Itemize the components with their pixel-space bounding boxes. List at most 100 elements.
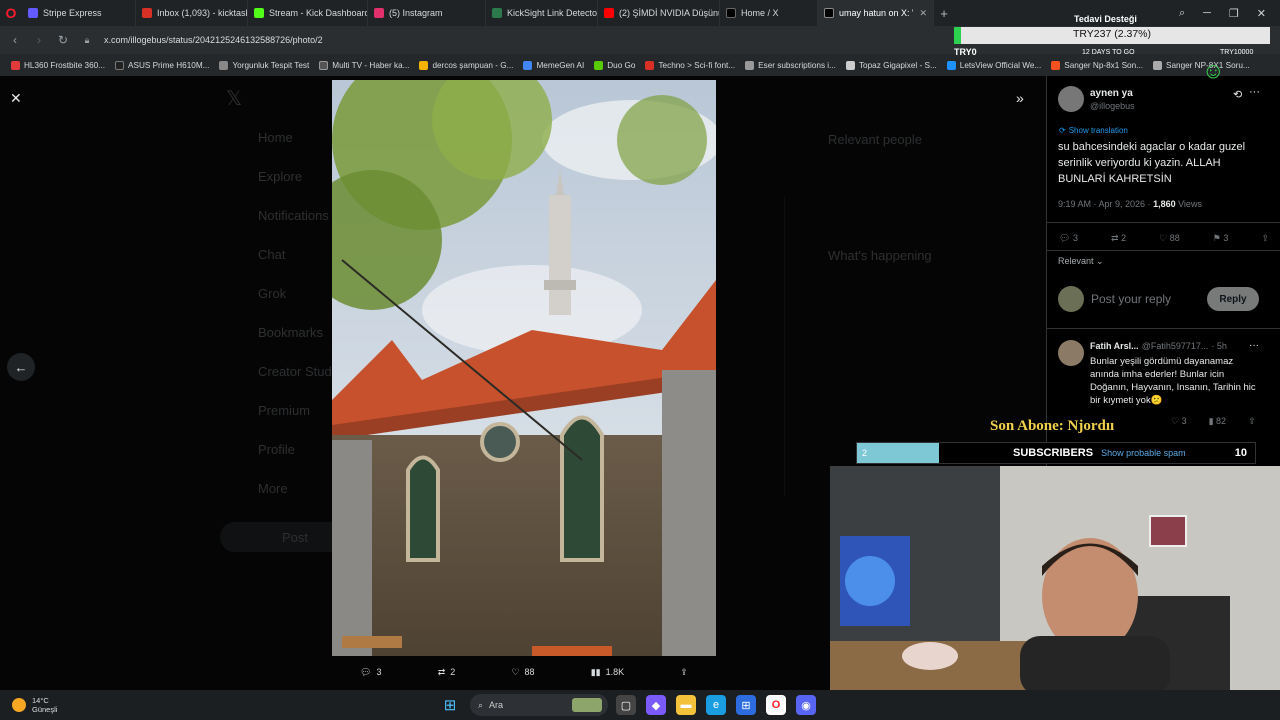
bookmark-item[interactable]: HL360 Frostbite 360... [6,60,110,70]
youtube-icon [604,8,614,18]
tab-youtube[interactable]: (2) ŞİMDİ NVIDIA Düşünü [598,0,720,26]
sort-dropdown[interactable]: Relevant ⌄ [1058,256,1104,267]
last-subscriber-label: Son Abone: Njordıı [990,418,1115,434]
share-icon[interactable]: ⇪ [1261,233,1269,244]
back-icon[interactable]: ‹ [8,33,22,47]
post-timestamp: 9:19 AM · Apr 9, 2026 · 1,860 Views [1058,199,1202,209]
reply-input[interactable]: Post your reply [1091,292,1171,306]
like-action[interactable]: ♡ 88 [1159,233,1180,244]
reply-action[interactable]: 💬︎ 3 [360,667,381,678]
background-relevant-heading: Relevant people [828,132,922,147]
reply-button[interactable]: Reply [1207,287,1259,311]
nav-item: Creator Studio [258,364,342,379]
reply-author-handle[interactable]: @Fatih597717... [1142,341,1209,351]
taskbar-search[interactable]: ⌕ Ara [470,694,608,716]
donation-start: TRY0 [954,47,977,57]
repost-action[interactable]: ⇄ 2 [438,667,456,678]
bookmark-icon [745,60,755,70]
weather-widget[interactable]: 14°C Güneşli [0,696,440,714]
reply-avatar[interactable] [1058,340,1084,366]
gmail-icon [142,8,152,18]
views-action[interactable]: ▮▮ 1.8K [591,667,624,678]
close-icon[interactable]: ✕ [10,90,22,107]
author-handle[interactable]: @illogebus [1090,101,1135,111]
bookmark-item[interactable]: Topaz Gigapixel - S... [841,60,942,70]
bookmark-item[interactable]: Techno > Sci-fi font... [640,60,740,70]
close-tab-icon[interactable]: ✕ [919,8,927,19]
task-view-icon[interactable]: ▢ [616,695,636,715]
heart-icon: ♡ [1159,233,1170,243]
sort-label: Relevant [1058,256,1094,266]
bookmark-action[interactable]: ⚑ 3 [1213,233,1229,244]
like-action[interactable]: ♡ 3 [1171,416,1187,427]
tab-kick-dashboard[interactable]: Stream - Kick Dashboard [248,0,368,26]
bookmark-item[interactable]: dercos şampuan - G... [414,60,518,70]
author-avatar[interactable] [1058,86,1084,112]
opera-icon[interactable]: O [766,695,786,715]
background-nav: Home Explore Notifications Chat Grok Boo… [228,130,342,496]
reload-icon[interactable]: ↻ [56,33,70,47]
bookmark-item[interactable]: Eser subscriptions i... [740,60,841,70]
nav-item: Profile [258,442,295,457]
tab-gmail-inbox[interactable]: Inbox (1,093) - kicktaskine [136,0,248,26]
views-action[interactable]: ▮ 82 [1209,416,1226,427]
previous-photo-icon[interactable]: ← [7,353,35,381]
donation-goal: TRY10000 [1220,49,1254,56]
tab-instagram[interactable]: (5) Instagram [368,0,486,26]
nav-item: Explore [258,169,303,184]
author-name[interactable]: aynen ya [1090,88,1133,99]
background-happening-heading: What's happening [828,248,932,263]
store-icon[interactable]: ⊞ [736,695,756,715]
share-icon[interactable]: ⇪ [1248,416,1256,427]
weather-temp: 14°C [32,696,49,705]
stripe-icon [28,8,38,18]
opera-logo-icon[interactable]: O [0,0,22,26]
bookmark-icon [115,60,125,70]
tab-kicksight[interactable]: KickSight Link Detector [486,0,598,26]
repost-action[interactable]: ⇄ 2 [1111,233,1126,244]
tab-active-post[interactable]: umay hatun on X: "akp'li a ✕ [818,0,934,26]
url-field[interactable]: x.com/illogebus/status/20421252461325887… [104,35,323,45]
bookmark-item[interactable]: Duo Go [589,60,640,70]
tab-label: umay hatun on X: "akp'li a [839,8,913,18]
reply-action[interactable]: 💬︎ 3 [1059,233,1078,244]
views-icon: ▮▮ [590,666,601,677]
share-action[interactable]: ⇪ [680,667,688,678]
bookmark-item[interactable]: MemeGen AI [518,60,589,70]
reply-author-name[interactable]: Fatih Arsl... [1090,341,1139,351]
bookmark-label: dercos şampuan - G... [432,60,514,70]
tab-stripe-express[interactable]: Stripe Express [22,0,136,26]
discord-icon[interactable]: ◉ [796,695,816,715]
collapse-panel-icon[interactable]: » [1016,90,1024,106]
own-avatar [1058,286,1084,312]
photo-action-bar: 💬︎ 3 ⇄ 2 ♡ 88 ▮▮ 1.8K ⇪ [332,660,716,684]
grok-icon[interactable]: ⟲ [1233,88,1242,101]
weather-condition: Güneşli [32,705,58,714]
show-translation-link[interactable]: ⟳ Show translation [1059,126,1128,135]
reply-icon: 💬︎ [1059,233,1073,243]
site-info-icon[interactable]: 🔒︎ [80,35,94,46]
show-translation-label: Show translation [1068,126,1128,135]
translate-icon: ⟳ [1059,126,1066,135]
copilot-icon[interactable]: ◆ [646,695,666,715]
like-action[interactable]: ♡ 88 [511,667,534,678]
reply-text: Bunlar yeşili gördümü dayanamaz anında i… [1090,356,1256,406]
show-probable-spam-link[interactable]: Show probable spam [1101,448,1186,458]
like-count: 88 [524,667,535,677]
edge-icon[interactable]: e [706,695,726,715]
kicksight-icon [492,8,502,18]
new-tab-icon[interactable]: + [934,6,954,21]
bookmark-label: Yorgunluk Tespit Test [232,60,310,70]
start-icon[interactable]: ⊞ [440,695,460,715]
bookmark-label: ASUS Prime H610M... [128,60,210,70]
more-options-icon[interactable]: ··· [1249,340,1259,351]
bookmark-item[interactable]: Multi TV - Haber ka... [314,60,414,70]
more-options-icon[interactable]: ··· [1249,86,1260,98]
subscriber-goal: 10 [1234,447,1247,459]
bookmark-item[interactable]: Yorgunluk Tespit Test [214,60,314,70]
tab-home-x[interactable]: Home / X [720,0,818,26]
bookmark-icon [845,60,855,70]
bookmark-item[interactable]: ASUS Prime H610M... [110,60,214,70]
file-explorer-icon[interactable]: ▬ [676,695,696,715]
forward-icon[interactable]: › [32,33,46,47]
